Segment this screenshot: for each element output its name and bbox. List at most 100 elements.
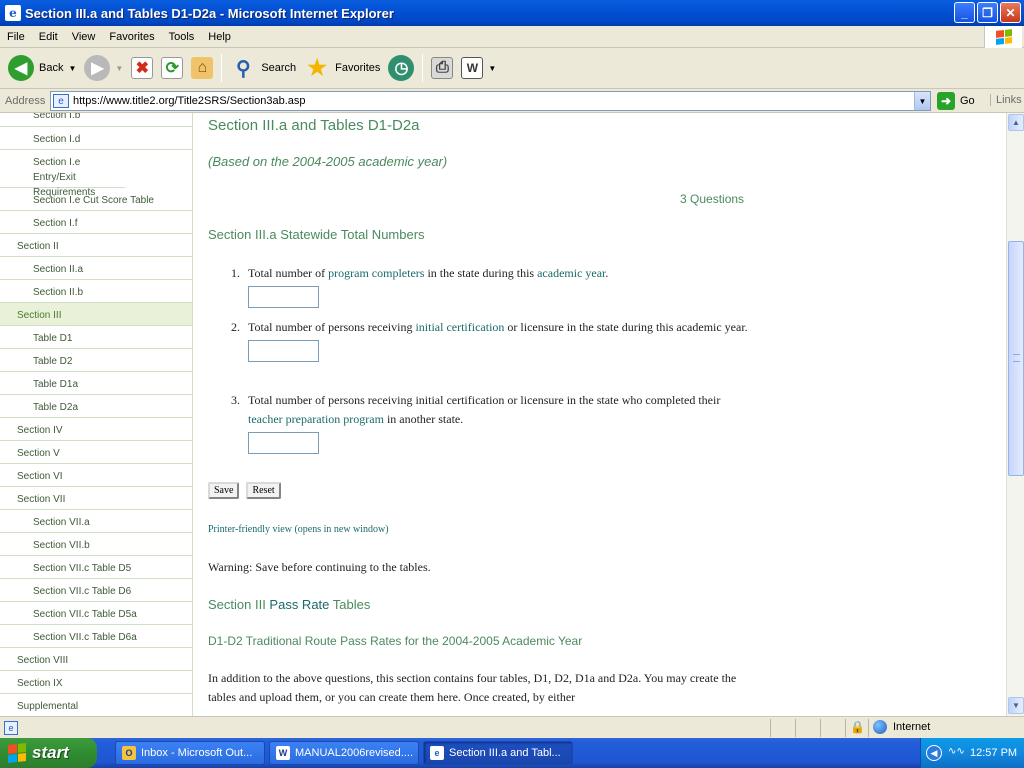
sidebar-item[interactable]: Section I.b xyxy=(0,113,192,127)
lock-icon[interactable]: 🔒 xyxy=(850,720,865,734)
refresh-icon: ⟳ xyxy=(161,57,184,79)
sidebar-item[interactable]: Table D1a xyxy=(0,372,192,395)
edit-button[interactable]: W ▼ xyxy=(457,51,500,85)
scroll-thumb[interactable] xyxy=(1008,241,1024,476)
question-1-input[interactable] xyxy=(248,286,319,308)
sidebar-item[interactable]: Section I.e Cut Score Table xyxy=(0,188,192,211)
maximize-button[interactable]: ❐ xyxy=(977,2,998,23)
home-icon: ⌂ xyxy=(191,57,214,79)
task-label: MANUAL2006revised.... xyxy=(295,747,413,759)
address-bar: Address e https://www.title2.org/Title2S… xyxy=(0,89,1024,113)
menu-help[interactable]: Help xyxy=(201,31,238,43)
sidebar-item[interactable]: Section V xyxy=(0,441,192,464)
question-text: Total number of program completers in th… xyxy=(248,264,748,283)
edit-dropdown-icon[interactable]: ▼ xyxy=(488,64,496,73)
sidebar-item[interactable]: Section VIII xyxy=(0,648,192,671)
security-zone[interactable]: Internet xyxy=(873,720,930,734)
grip-icon xyxy=(1013,354,1020,362)
system-tray: ◀ ∿∿ 12:57 PM xyxy=(920,738,1024,768)
sidebar-item[interactable]: Section VII xyxy=(0,487,192,510)
save-button[interactable]: Save xyxy=(208,482,240,499)
stop-button[interactable]: ✖ xyxy=(127,51,157,85)
sidebar-item[interactable]: Section VII.c Table D5a xyxy=(0,602,192,625)
history-button[interactable]: ◷ xyxy=(384,51,418,85)
clock[interactable]: 12:57 PM xyxy=(970,747,1017,759)
sidebar-item[interactable]: Section VII.c Table D6 xyxy=(0,579,192,602)
sidebar-item[interactable]: Table D1 xyxy=(0,326,192,349)
sidebar-item[interactable]: Table D2a xyxy=(0,395,192,418)
refresh-button[interactable]: ⟳ xyxy=(157,51,187,85)
links-button[interactable]: Links xyxy=(990,94,1022,106)
academic-year-link[interactable]: academic year xyxy=(537,266,605,280)
minimize-button[interactable]: _ xyxy=(954,2,975,23)
window-title: Section III.a and Tables D1-D2a - Micros… xyxy=(25,5,394,21)
sidebar-item[interactable]: Section II.b xyxy=(0,280,192,303)
tables-paragraph: In addition to the above questions, this… xyxy=(208,671,737,704)
forward-dropdown-icon[interactable]: ▼ xyxy=(115,64,123,73)
search-button[interactable]: ⚲ Search xyxy=(226,51,300,85)
sidebar-item[interactable]: Section I.e Entry/Exit Requirements xyxy=(0,150,125,198)
menu-favorites[interactable]: Favorites xyxy=(102,31,161,43)
task-ie[interactable]: e Section III.a and Tabl... xyxy=(423,741,573,765)
forward-button[interactable]: ▶ ▼ xyxy=(80,51,127,85)
sidebar-item[interactable]: Section VII.a xyxy=(0,510,192,533)
favorites-button[interactable]: ★ Favorites xyxy=(300,51,384,85)
question-text-part: Total number of xyxy=(248,266,329,280)
question-3-input[interactable] xyxy=(248,432,319,454)
close-button[interactable]: ✕ xyxy=(1000,2,1021,23)
teacher-preparation-program-link[interactable]: teacher preparation program xyxy=(248,412,384,426)
address-input[interactable]: e https://www.title2.org/Title2SRS/Secti… xyxy=(50,91,931,111)
sound-wave-icon[interactable]: ∿∿ xyxy=(948,746,965,760)
windows-flag-icon xyxy=(8,743,26,763)
printer-friendly-link[interactable]: Printer-friendly view (opens in new wind… xyxy=(208,524,389,535)
question-text-part: in the state during this xyxy=(424,266,538,280)
sidebar-item[interactable]: Section VI xyxy=(0,464,192,487)
menu-file[interactable]: File xyxy=(0,31,32,43)
task-word[interactable]: W MANUAL2006revised.... xyxy=(269,741,419,765)
sidebar-item[interactable]: Section I.f xyxy=(0,211,192,234)
print-button[interactable]: ⎙ xyxy=(427,51,457,85)
menu-tools[interactable]: Tools xyxy=(162,31,202,43)
start-button[interactable]: start xyxy=(0,738,97,768)
stop-icon: ✖ xyxy=(131,57,154,79)
sidebar-item[interactable]: Section IX xyxy=(0,671,192,694)
question-3: 3. Total number of persons receiving ini… xyxy=(224,391,744,454)
sidebar-item[interactable]: Section II xyxy=(0,234,192,257)
pass-heading-text: Tables xyxy=(329,597,371,612)
sidebar-item[interactable]: Section I.d xyxy=(0,127,192,150)
status-separator xyxy=(795,719,796,737)
question-text-part: Total number of persons receiving initia… xyxy=(248,393,721,407)
initial-certification-link[interactable]: initial certification xyxy=(415,320,504,334)
sidebar-item[interactable]: Supplemental xyxy=(0,694,192,716)
windows-logo-icon xyxy=(984,26,1022,48)
program-completers-link[interactable]: program completers xyxy=(328,266,424,280)
scroll-down-icon[interactable]: ▼ xyxy=(1008,697,1024,714)
menu-view[interactable]: View xyxy=(65,31,103,43)
vertical-scrollbar[interactable]: ▲ ▼ xyxy=(1006,113,1024,716)
back-arrow-icon: ◀ xyxy=(8,55,34,81)
form-buttons: Save Reset xyxy=(208,482,281,499)
sidebar-item[interactable]: Table D2 xyxy=(0,349,192,372)
back-dropdown-icon[interactable]: ▼ xyxy=(68,64,76,73)
sidebar-item[interactable]: Section II.a xyxy=(0,257,192,280)
address-url[interactable]: https://www.title2.org/Title2SRS/Section… xyxy=(73,95,306,107)
address-dropdown-icon[interactable]: ▼ xyxy=(914,92,930,110)
sidebar-item[interactable]: Section VII.b xyxy=(0,533,192,556)
window-controls: _ ❐ ✕ xyxy=(954,2,1021,23)
task-outlook[interactable]: O Inbox - Microsoft Out... xyxy=(115,741,265,765)
menu-edit[interactable]: Edit xyxy=(32,31,65,43)
scroll-up-icon[interactable]: ▲ xyxy=(1008,114,1024,131)
back-button[interactable]: ◀ Back ▼ xyxy=(4,51,80,85)
question-2-input[interactable] xyxy=(248,340,319,362)
sidebar-item[interactable]: Section VII.c Table D5 xyxy=(0,556,192,579)
home-button[interactable]: ⌂ xyxy=(187,51,217,85)
go-arrow-icon: ➜ xyxy=(937,92,955,110)
go-button[interactable]: ➜ Go xyxy=(937,92,975,110)
question-text: Total number of persons receiving initia… xyxy=(248,318,748,337)
sidebar-item[interactable]: Section VII.c Table D6a xyxy=(0,625,192,648)
sidebar-item[interactable]: Section III xyxy=(0,303,192,326)
reset-button[interactable]: Reset xyxy=(246,482,281,499)
sidebar-item[interactable]: Section IV xyxy=(0,418,192,441)
chevron-left-icon[interactable]: ◀ xyxy=(926,745,942,761)
pass-rate-link[interactable]: Pass Rate xyxy=(269,597,329,612)
